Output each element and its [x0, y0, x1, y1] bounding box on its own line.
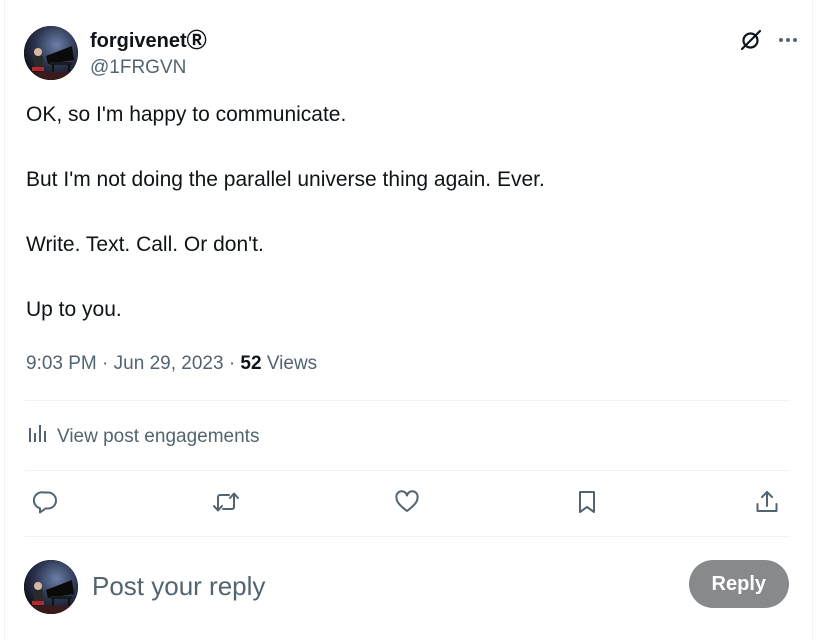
analytics-icon — [26, 422, 48, 452]
post-time[interactable]: 9:03 PM — [26, 353, 97, 374]
like-icon — [394, 489, 420, 520]
current-user-avatar[interactable] — [24, 560, 78, 614]
frame-border-left — [4, 0, 5, 640]
frame-border-right — [812, 0, 813, 640]
bookmark-icon — [575, 489, 599, 520]
post-date[interactable]: Jun 29, 2023 — [114, 353, 224, 374]
grok-icon[interactable] — [739, 28, 763, 52]
divider — [25, 536, 790, 537]
header-actions — [739, 28, 799, 52]
meta-separator: · — [102, 353, 109, 374]
post-detail: forgivenetⓇ @1FRGVN OK, so I'm happy to … — [0, 0, 823, 640]
like-button[interactable] — [387, 484, 427, 524]
post-paragraph: Up to you. — [26, 298, 122, 321]
meta-separator: · — [228, 353, 236, 374]
view-engagements-link[interactable]: View post engagements — [26, 422, 259, 452]
divider — [25, 470, 790, 471]
reply-input[interactable] — [92, 568, 652, 604]
reply-composer: Reply — [24, 558, 789, 614]
divider — [25, 400, 790, 401]
post-paragraph: Write. Text. Call. Or don't. — [26, 233, 264, 256]
repost-button[interactable] — [206, 484, 246, 524]
action-bar — [26, 484, 787, 524]
reply-submit-button[interactable]: Reply — [688, 560, 789, 608]
author-avatar[interactable] — [24, 26, 78, 80]
post-header: forgivenetⓇ @1FRGVN — [24, 26, 799, 82]
post-paragraph: But I'm not doing the parallel universe … — [26, 168, 545, 191]
reply-icon — [32, 489, 59, 520]
post-meta: 9:03 PM · Jun 29, 2023 · 52 Views — [26, 351, 317, 377]
post-paragraph: OK, so I'm happy to communicate. — [26, 103, 347, 126]
author-handle[interactable]: @1FRGVN — [90, 55, 207, 81]
author-display-name[interactable]: forgivenetⓇ — [90, 28, 207, 54]
share-icon — [754, 489, 780, 520]
view-engagements-label: View post engagements — [57, 426, 260, 447]
bookmark-button[interactable] — [567, 484, 607, 524]
post-text: OK, so I'm happy to communicate. But I'm… — [26, 100, 793, 360]
views-label: Views — [266, 353, 318, 374]
views-count: 52 — [240, 353, 262, 374]
more-options-icon[interactable] — [777, 29, 799, 51]
reply-button[interactable] — [26, 484, 66, 524]
share-button[interactable] — [747, 484, 787, 524]
author-info: forgivenetⓇ @1FRGVN — [90, 28, 207, 81]
repost-icon — [212, 489, 240, 520]
